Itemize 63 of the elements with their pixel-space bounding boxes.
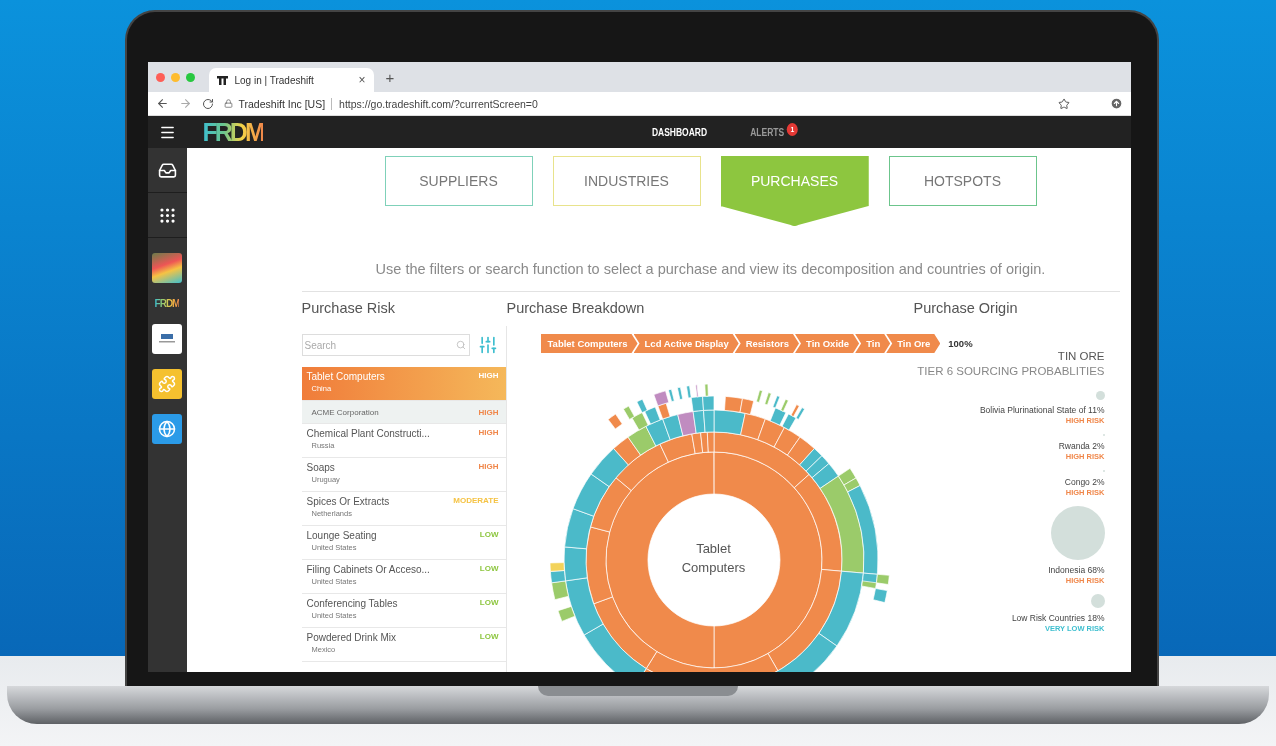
- purchase-name: Powdered Drink Mix: [306, 632, 396, 643]
- category-tab[interactable]: INDUSTRIES: [552, 156, 701, 206]
- country-label: Congo 2%: [1064, 477, 1105, 487]
- close-tab-button[interactable]: ×: [358, 73, 366, 87]
- site-identity: Tradeshift Inc [US]: [238, 97, 326, 110]
- logo-icon: [216, 75, 228, 85]
- purchase-name: Spices Or Extracts: [306, 496, 390, 507]
- close-window-button[interactable]: [155, 72, 165, 82]
- grid-icon[interactable]: [157, 205, 177, 225]
- star-icon[interactable]: [1057, 97, 1070, 110]
- search-field[interactable]: Search: [301, 334, 470, 356]
- chart-center-label: Tablet Computers: [680, 540, 747, 577]
- tab-title: Log in | Tradeshift: [234, 74, 315, 86]
- forward-icon[interactable]: [178, 97, 192, 110]
- search-icon[interactable]: [455, 340, 466, 350]
- risk-label: LOW: [479, 598, 499, 607]
- probability-bubble: [1090, 594, 1105, 608]
- globe-icon[interactable]: [152, 414, 182, 444]
- risk-label: LOW: [479, 632, 499, 641]
- country-label: Low Risk Countries 18%: [1011, 613, 1105, 623]
- nav-link[interactable]: DASHBOARD: [651, 126, 707, 138]
- category-tab[interactable]: SUPPLIERS: [384, 156, 533, 206]
- maximize-window-button[interactable]: [185, 72, 195, 82]
- section-title: Purchase Risk: [301, 300, 396, 316]
- risk-label: HIGH: [478, 428, 499, 437]
- probability-bubble: [1050, 506, 1105, 560]
- country-label: Indonesia 68%: [1048, 565, 1105, 575]
- section-title: Purchase Breakdown: [506, 300, 646, 316]
- purchase-name: Tablet Computers: [306, 371, 385, 382]
- puzzle-icon[interactable]: [152, 369, 182, 399]
- browser-tab[interactable]: Log in | Tradeshift ×: [208, 68, 374, 92]
- address-field[interactable]: https://go.tradeshift.com/?currentScreen=0: [331, 97, 538, 110]
- alert-count-badge: 1: [786, 122, 798, 136]
- reload-icon[interactable]: [201, 97, 214, 110]
- risk-label: LOW: [479, 564, 499, 573]
- risk-label: HIGH: [478, 371, 499, 380]
- lock-icon: [223, 99, 233, 108]
- risk-label: MODERATE: [453, 496, 499, 505]
- inbox-icon[interactable]: [157, 160, 177, 180]
- purchase-name: Chemical Plant Constructi...: [306, 428, 430, 439]
- purchase-name: Conferencing Tables: [306, 598, 398, 609]
- supplier-name: ACME Corporation: [311, 407, 379, 417]
- risk-label: LOW: [479, 530, 499, 539]
- purchase-name: Filing Cabinets Or Acceso...: [306, 564, 430, 575]
- back-icon[interactable]: [155, 97, 169, 110]
- material-title: TIN ORE: [1057, 350, 1105, 362]
- purchase-name: Lounge Seating: [306, 530, 377, 541]
- risk-label: HIGH: [478, 407, 499, 417]
- supplier-row[interactable]: ACME Corporation HIGH: [301, 401, 506, 424]
- country-label: Rwanda 2%: [1058, 441, 1105, 451]
- country-label: Bolivia Plurinational State of 11%: [979, 405, 1105, 415]
- upload-icon[interactable]: [1109, 97, 1123, 110]
- material-subtitle: TIER 6 SOURCING PROBABLITIES: [917, 365, 1105, 377]
- probability-bubble: [1095, 391, 1105, 400]
- instructions-text: Use the filters or search function to select a purchase and view its decomposition and countries of origin.: [374, 261, 1047, 277]
- risk-label: HIGH: [478, 462, 499, 471]
- category-tab[interactable]: HOTSPOTS: [888, 156, 1037, 206]
- filter-icon[interactable]: [477, 335, 498, 355]
- new-tab-button[interactable]: +: [385, 68, 395, 86]
- share-text: 100%: [948, 338, 973, 349]
- logo-tile-icon[interactable]: [152, 324, 182, 354]
- section-title: Purchase Origin: [913, 300, 1019, 316]
- purchase-name: Soaps: [306, 462, 336, 473]
